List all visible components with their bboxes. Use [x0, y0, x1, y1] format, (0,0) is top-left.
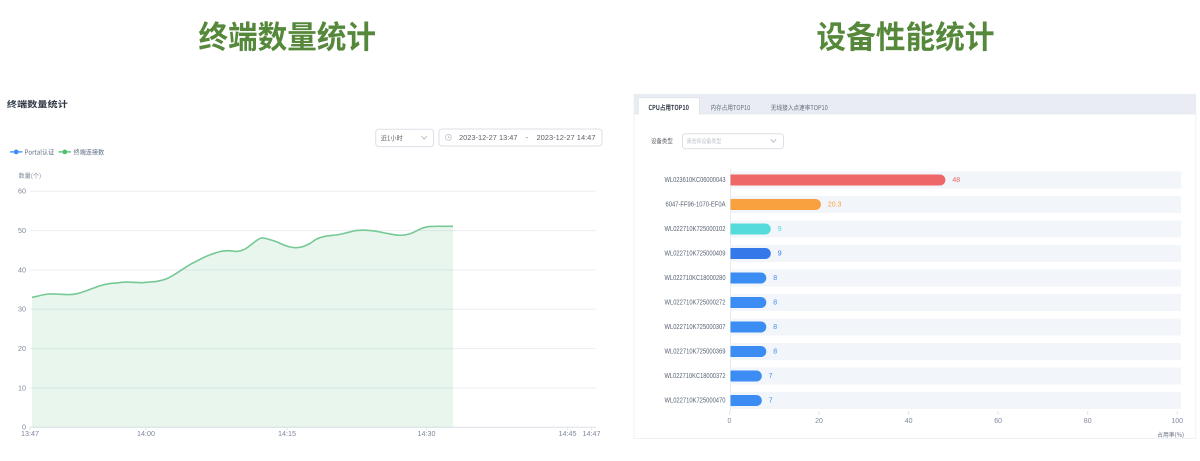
svg-text:9: 9 [778, 251, 782, 258]
svg-text:9: 9 [778, 226, 782, 233]
svg-text:0: 0 [728, 418, 732, 425]
svg-text:14:45: 14:45 [559, 429, 577, 438]
svg-text:14:47: 14:47 [583, 429, 601, 438]
svg-text:WL022710K725000102: WL022710K725000102 [665, 226, 726, 233]
svg-text:30: 30 [18, 305, 26, 314]
svg-text:40: 40 [18, 265, 26, 274]
svg-text:WL022710K725000272: WL022710K725000272 [665, 300, 726, 307]
svg-text:WL022710KC18000280: WL022710KC18000280 [665, 275, 726, 282]
svg-text:WL022710K725000369: WL022710K725000369 [665, 349, 726, 356]
svg-text:14:00: 14:00 [137, 429, 155, 438]
svg-text:6047-FF96-1070-EF0A: 6047-FF96-1070-EF0A [666, 202, 726, 209]
svg-text:WL023610KC06000043: WL023610KC06000043 [665, 177, 726, 184]
svg-text:10: 10 [18, 383, 26, 392]
svg-text:60: 60 [994, 418, 1002, 425]
svg-text:WL022710K725000307: WL022710K725000307 [665, 324, 726, 331]
svg-text:14:15: 14:15 [278, 429, 296, 438]
svg-text:14:30: 14:30 [418, 429, 436, 438]
svg-text:20.3: 20.3 [828, 202, 842, 209]
svg-text:WL022710KC18000372: WL022710KC18000372 [665, 373, 726, 380]
svg-text:80: 80 [1084, 418, 1092, 425]
svg-text:13:47: 13:47 [21, 429, 39, 438]
svg-text:100: 100 [1171, 418, 1183, 425]
svg-text:8: 8 [773, 324, 777, 331]
svg-text:WL022710K725000409: WL022710K725000409 [665, 251, 726, 258]
svg-text:8: 8 [773, 275, 777, 282]
svg-text:7: 7 [769, 373, 773, 380]
svg-text:2023-12-27 14:47: 2023-12-27 14:47 [537, 133, 596, 142]
svg-text:8: 8 [773, 349, 777, 356]
svg-text:7: 7 [769, 398, 773, 405]
svg-text:60: 60 [18, 187, 26, 196]
svg-text:20: 20 [18, 344, 26, 353]
svg-text:8: 8 [773, 300, 777, 307]
svg-text:2023-12-27 13:47: 2023-12-27 13:47 [459, 133, 518, 142]
svg-text:40: 40 [905, 418, 913, 425]
svg-text:20: 20 [815, 418, 823, 425]
svg-text:48: 48 [952, 177, 960, 184]
svg-text:WL022710K725000470: WL022710K725000470 [665, 398, 726, 405]
svg-text:50: 50 [18, 226, 26, 235]
